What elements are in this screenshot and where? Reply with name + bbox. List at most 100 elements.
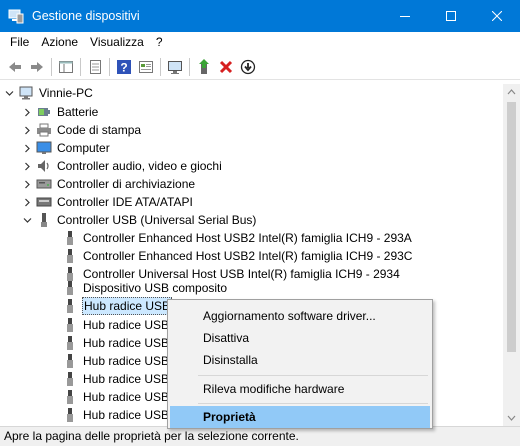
usb-plug-icon: [62, 280, 78, 296]
maximize-icon: [446, 11, 456, 21]
battery-icon: [36, 104, 52, 120]
device-label: Hub radice USB: [83, 336, 170, 350]
category-label: Computer: [57, 141, 110, 155]
device-label: Controller Enhanced Host USB2 Intel(R) f…: [83, 231, 412, 245]
ide-icon: [36, 194, 52, 210]
menu-bar: File Azione Visualizza ?: [0, 32, 520, 52]
expand-arrow-icon[interactable]: [22, 157, 32, 175]
tree-category[interactable]: Code di stampa: [22, 121, 142, 139]
collapse-arrow-icon[interactable]: [22, 211, 32, 229]
menu-help[interactable]: ?: [150, 32, 169, 52]
toolbar-separator: [80, 57, 81, 76]
category-label: Code di stampa: [57, 123, 142, 137]
tree-device[interactable]: Controller Enhanced Host USB2 Intel(R) f…: [62, 229, 413, 247]
category-label: Batterie: [57, 105, 99, 119]
tree-root[interactable]: Vinnie-PC: [4, 84, 94, 102]
usb-controller-icon: [36, 212, 52, 228]
forward-button[interactable]: [26, 56, 48, 78]
tree-device[interactable]: Controller Enhanced Host USB2 Intel(R) f…: [62, 247, 413, 265]
scan-hardware-button[interactable]: [164, 56, 186, 78]
tree-device[interactable]: Hub radice USB: [62, 370, 170, 388]
tree-category[interactable]: Batterie: [22, 103, 99, 121]
svg-text:?: ?: [120, 60, 127, 74]
tree-category[interactable]: Computer: [22, 139, 111, 157]
uninstall-button[interactable]: [237, 56, 259, 78]
toolbar-separator: [109, 57, 110, 76]
minimize-button[interactable]: [382, 0, 428, 32]
uninstall-down-icon: [240, 59, 256, 74]
computer-icon: [18, 85, 34, 101]
device-label: Hub radice USB: [83, 318, 170, 332]
help-icon: ?: [117, 59, 131, 74]
properties-button[interactable]: [84, 56, 106, 78]
view-icon: [139, 60, 153, 73]
usb-plug-icon: [62, 407, 78, 423]
category-label: Controller IDE ATA/ATAPI: [57, 195, 193, 209]
expand-arrow-icon[interactable]: [22, 193, 32, 211]
status-bar: Apre la pagina delle proprietà per la se…: [0, 426, 520, 446]
tree-device[interactable]: Dispositivo USB composito: [62, 279, 228, 297]
toolbar-separator: [189, 57, 190, 76]
disable-x-icon: [219, 60, 233, 73]
collapse-arrow-icon[interactable]: [4, 84, 14, 102]
usb-plug-icon: [62, 335, 78, 351]
usb-plug-icon: [62, 353, 78, 369]
show-hide-tree-button[interactable]: [55, 56, 77, 78]
storage-icon: [36, 176, 52, 192]
usb-plug-icon: [62, 389, 78, 405]
category-label: Controller audio, video e giochi: [57, 159, 222, 173]
ctx-separator: [198, 375, 428, 376]
expand-arrow-icon[interactable]: [22, 175, 32, 193]
ctx-properties[interactable]: Proprietà: [170, 406, 430, 428]
tree-category[interactable]: Controller audio, video e giochi: [22, 157, 223, 175]
maximize-button[interactable]: [428, 0, 474, 32]
vertical-scrollbar[interactable]: [503, 84, 520, 426]
usb-plug-icon: [62, 230, 78, 246]
computer-icon: [36, 140, 52, 156]
tree-category-expanded[interactable]: Controller USB (Universal Serial Bus): [22, 211, 257, 229]
device-label: Hub radice USB: [82, 297, 173, 315]
usb-plug-icon: [62, 248, 78, 264]
device-label: Hub radice USB: [83, 354, 170, 368]
minimize-icon: [400, 16, 410, 17]
usb-plug-icon: [62, 317, 78, 333]
tree-device[interactable]: Hub radice USB: [62, 316, 170, 334]
tree-root-label: Vinnie-PC: [39, 86, 93, 100]
expand-arrow-icon[interactable]: [22, 103, 32, 121]
menu-azione[interactable]: Azione: [35, 32, 84, 52]
tree-category[interactable]: Controller di archiviazione: [22, 175, 196, 193]
expand-arrow-icon[interactable]: [22, 121, 32, 139]
device-label: Hub radice USB: [83, 372, 170, 386]
category-label: Controller USB (Universal Serial Bus): [57, 213, 257, 227]
tree-category[interactable]: Controller IDE ATA/ATAPI: [22, 193, 194, 211]
back-button[interactable]: [4, 56, 26, 78]
expand-arrow-icon[interactable]: [22, 139, 32, 157]
tree-device[interactable]: Hub radice USB: [62, 334, 170, 352]
tree-device[interactable]: Hub radice USB: [62, 388, 170, 406]
disable-button[interactable]: [215, 56, 237, 78]
close-button[interactable]: [474, 0, 520, 32]
ctx-scan-hardware[interactable]: Rileva modifiche hardware: [170, 378, 430, 400]
ctx-separator: [198, 403, 428, 404]
tree-device[interactable]: Hub radice USB: [62, 406, 170, 424]
view-button[interactable]: [135, 56, 157, 78]
speaker-icon: [36, 158, 52, 174]
help-button[interactable]: ?: [113, 56, 135, 78]
properties-icon: [90, 59, 101, 74]
toolbar-separator: [160, 57, 161, 76]
ctx-update-driver[interactable]: Aggiornamento software driver...: [170, 305, 430, 327]
update-driver-button[interactable]: [193, 56, 215, 78]
device-manager-app-icon: [8, 8, 24, 24]
show-hide-tree-icon: [59, 60, 73, 73]
device-label: Dispositivo USB composito: [83, 281, 228, 295]
menu-file[interactable]: File: [4, 32, 35, 52]
tree-device-selected[interactable]: Hub radice USB: [62, 297, 173, 315]
ctx-disable[interactable]: Disattiva: [170, 327, 430, 349]
menu-visualizza[interactable]: Visualizza: [84, 32, 150, 52]
tree-device[interactable]: Hub radice USB: [62, 352, 170, 370]
ctx-uninstall[interactable]: Disinstalla: [170, 349, 430, 371]
device-label: Hub radice USB: [83, 408, 170, 422]
title-bar: Gestione dispositivi: [0, 0, 520, 32]
printer-icon: [36, 122, 52, 138]
close-icon: [492, 11, 502, 21]
